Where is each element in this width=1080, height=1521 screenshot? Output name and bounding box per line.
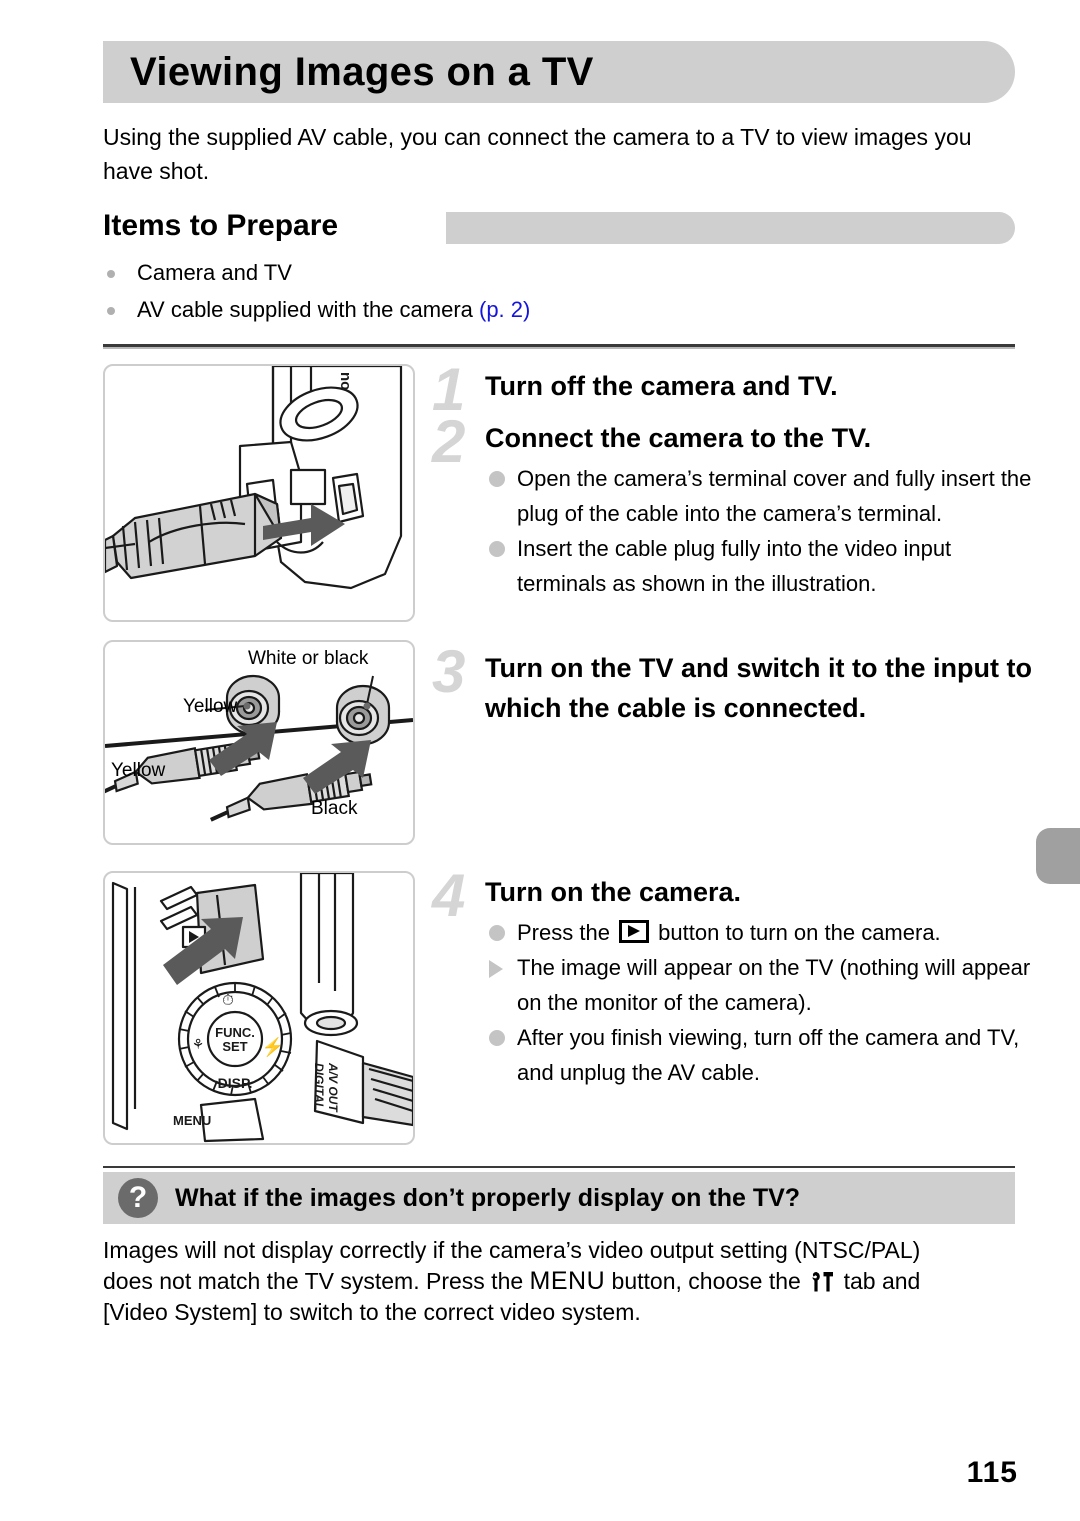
svg-text:SET: SET <box>222 1039 247 1054</box>
bullet: The image will appear on the TV (nothing… <box>485 950 1032 1020</box>
step-2: 2 Connect the camera to the TV. Open the… <box>432 412 1032 601</box>
qa-body-text-c: tab and <box>837 1268 921 1294</box>
bullet-dot-icon <box>107 270 115 278</box>
page-number: 115 <box>966 1456 1018 1489</box>
figure-camera-terminal-cable-insert: non <box>103 364 415 622</box>
svg-text:FUNC.: FUNC. <box>215 1025 255 1040</box>
bullet-text: Open the camera’s terminal cover and ful… <box>517 466 1032 526</box>
step-1: 1 Turn off the camera and TV. <box>432 360 1032 420</box>
section-title-items-to-prepare: Items to Prepare <box>103 209 339 242</box>
figure-camera-back-playback-button: ⏱ ⚘ ⚡ FUNC. SET DISP. MENU A/V OUT DIGIT… <box>103 871 415 1145</box>
bullet-text-after: button to turn on the camera. <box>652 920 941 945</box>
bullet: After you finish viewing, turn off the c… <box>485 1020 1032 1090</box>
figure-label-white-or-black: White or black <box>248 648 369 669</box>
bullet-circle-icon <box>489 541 505 557</box>
svg-text:⚘: ⚘ <box>192 1036 205 1052</box>
list-item-label: AV cable supplied with the camera <box>137 297 479 322</box>
svg-text:⏱: ⏱ <box>222 992 234 1009</box>
qa-title: What if the images don’t properly displa… <box>175 1184 801 1212</box>
qa-body: Images will not display correctly if the… <box>103 1235 1015 1328</box>
bullet-text-before: Press the <box>517 920 617 945</box>
divider-rule-qa <box>103 1166 1015 1168</box>
svg-text:DISP.: DISP. <box>218 1075 253 1091</box>
bullet-circle-icon <box>489 1030 505 1046</box>
step-3: 3 Turn on the TV and switch it to the in… <box>432 642 1032 728</box>
section-header-bar <box>446 212 1015 244</box>
figure-label-yellow-jack: Yellow <box>183 696 238 717</box>
figure-label-yellow-plug: Yellow <box>111 760 166 781</box>
bullet-dot-icon <box>107 307 115 315</box>
bullet-circle-icon <box>489 925 505 941</box>
step-bullets: Open the camera’s terminal cover and ful… <box>485 461 1032 601</box>
bullet-text: Insert the cable plug fully into the vid… <box>517 536 952 596</box>
question-mark-icon: ? <box>118 1178 158 1218</box>
step-bullets: Press the button to turn on the camera. … <box>485 915 1032 1090</box>
rca-jack-illustration <box>105 674 413 822</box>
bullet-text: After you finish viewing, turn off the c… <box>517 1025 1020 1085</box>
bullet-text: The image will appear on the TV (nothing… <box>517 955 1031 1015</box>
settings-tab-icon <box>809 1270 835 1292</box>
qa-body-line-3: [Video System] to switch to the correct … <box>103 1299 641 1325</box>
svg-text:DIGITAL: DIGITAL <box>312 1063 326 1110</box>
step-number: 3 <box>432 638 466 705</box>
qa-body-line-1: Images will not display correctly if the… <box>103 1237 921 1263</box>
svg-text:A/V OUT: A/V OUT <box>326 1062 340 1113</box>
page-title: Viewing Images on a TV <box>130 50 594 94</box>
bullet-circle-icon <box>489 471 505 487</box>
list-item-label: Camera and TV <box>137 260 292 285</box>
camera-back-illustration: ⏱ ⚘ ⚡ FUNC. SET DISP. MENU A/V OUT DIGIT… <box>111 873 413 1143</box>
camera-terminal-illustration: non <box>105 366 403 590</box>
step-number: 4 <box>432 862 466 929</box>
step-4: 4 Turn on the camera. Press the button t… <box>432 866 1032 1090</box>
step-heading: Turn on the TV and switch it to the inpu… <box>485 653 1032 723</box>
svg-text:⚡: ⚡ <box>262 1036 284 1058</box>
step-number: 2 <box>432 408 466 475</box>
step-heading: Turn off the camera and TV. <box>485 371 838 401</box>
divider-rule-top <box>103 344 1015 349</box>
playback-button-icon <box>619 920 650 943</box>
qa-body-line-2: does not match the TV system. Press the … <box>103 1266 1015 1297</box>
list-item: Camera and TV <box>103 254 1003 291</box>
page-reference-link[interactable]: (p. 2) <box>479 297 530 322</box>
qa-body-text-b: button, choose the <box>605 1268 808 1294</box>
figure-tv-rca-jacks: White or black Yellow Yellow Black <box>103 640 415 845</box>
svg-text:MENU: MENU <box>173 1113 211 1128</box>
bullet: Open the camera’s terminal cover and ful… <box>485 461 1032 531</box>
bullet: Press the button to turn on the camera. <box>485 915 1032 950</box>
bullet: Insert the cable plug fully into the vid… <box>485 531 1032 601</box>
bullet-triangle-icon <box>489 960 503 978</box>
list-item: AV cable supplied with the camera (p. 2) <box>103 291 1003 328</box>
page-edge-tab-marker <box>1036 828 1080 884</box>
qa-body-text-a: does not match the TV system. Press the <box>103 1268 530 1294</box>
menu-button-label: MENU <box>529 1267 606 1295</box>
step-heading: Turn on the camera. <box>485 877 742 907</box>
intro-paragraph: Using the supplied AV cable, you can con… <box>103 124 972 184</box>
items-to-prepare-list: Camera and TV AV cable supplied with the… <box>103 254 1003 328</box>
figure-label-black-plug: Black <box>311 798 358 819</box>
step-heading: Connect the camera to the TV. <box>485 423 872 453</box>
